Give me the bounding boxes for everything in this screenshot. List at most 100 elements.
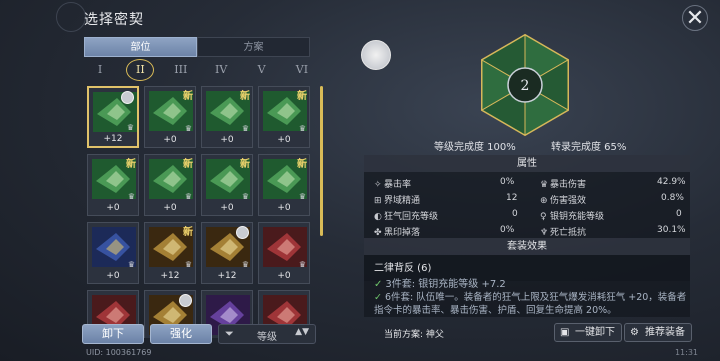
character-avatar[interactable] [361, 40, 391, 70]
slot-mark-icon: ♛ [184, 260, 193, 269]
attr-seal-drop: ✤ 黑印掉落 0% [374, 225, 515, 238]
card-grid: ♛ +12 新 ♛ +0 新 ♛ +0 新 ♛ +0 新 ♛ +0 新 ♛ +0 新 ♛ +0 新 ♛ +0 ♛ +0 新 ♛ +12… [86, 84, 316, 338]
equipment-card[interactable]: 新 ♛ +0 [258, 154, 310, 216]
card-level: +0 [277, 271, 291, 281]
card-level: +12 [103, 134, 123, 144]
equipment-card[interactable]: 新 ♛ +0 [144, 154, 196, 216]
close-icon: ✕ [685, 6, 705, 31]
check-icon: ✓ [374, 279, 383, 290]
card-level: +0 [163, 135, 177, 145]
card-level: +0 [220, 203, 234, 213]
tab-plan[interactable]: 方案 [197, 37, 310, 57]
new-badge: 新 [240, 91, 250, 102]
tab-bar: 部位 方案 [84, 37, 310, 57]
close-button[interactable]: ✕ [682, 5, 708, 31]
attr-dmg-boost: ⊕ 伤害强效 0.8% [540, 193, 684, 206]
set-bonus-6: ✓ 6件套: 队伍唯一。装备者的狂气上限及狂气爆发消耗狂气 +20，装备者指令卡的… [374, 292, 687, 316]
slot-tab-1[interactable]: I [86, 63, 114, 81]
scrollbar[interactable] [320, 86, 323, 236]
filter-label: 等级 [257, 332, 277, 343]
transfer-completion: 转录完成度 65% [551, 142, 627, 153]
equipment-card[interactable]: 新 ♛ +0 [258, 86, 310, 148]
slot-mark-icon: ♛ [241, 260, 250, 269]
uid-text: UID: 100361769 [86, 348, 152, 357]
slot-mark-icon: ♛ [126, 123, 135, 132]
card-level: +12 [160, 271, 180, 281]
death-resist-icon: ♆ [540, 228, 549, 238]
madness-icon: ◐ [374, 212, 382, 222]
unequip-button[interactable]: 卸下 [82, 324, 144, 344]
filter-icon: ⏷ [225, 327, 234, 340]
pact-emblem: 2 [472, 32, 578, 138]
owner-avatar-icon [121, 91, 134, 104]
card-level: +0 [163, 203, 177, 213]
attr-crit-dmg: ♛ 暴击伤害 42.9% [540, 177, 686, 190]
owner-avatar-icon [179, 294, 192, 307]
tab-slot[interactable]: 部位 [84, 37, 197, 57]
slot-mark-icon: ♛ [241, 192, 250, 201]
mastery-icon: ⊞ [374, 196, 382, 206]
equipment-card[interactable]: ♛ +0 [258, 222, 310, 284]
slot-tab-3[interactable]: III [167, 63, 195, 81]
new-badge: 新 [183, 91, 193, 102]
clock-text: 11:31 [674, 348, 698, 357]
slot-mark-icon: ♛ [184, 192, 193, 201]
slot-tab-4[interactable]: IV [207, 63, 235, 81]
set-effect-header: 套装效果 [364, 238, 690, 255]
check-icon: ✓ [374, 292, 382, 303]
attr-madness-recharge: ◐ 狂气回充等级 0 [374, 209, 518, 222]
new-badge: 新 [297, 159, 307, 170]
slot-mark-icon: ♛ [184, 124, 193, 133]
crit-dmg-icon: ♛ [540, 180, 549, 190]
slot-mark-icon: ♛ [298, 124, 307, 133]
key-icon: ♀ [540, 212, 547, 222]
new-badge: 新 [240, 159, 250, 170]
recommend-icon: ⚙ [630, 327, 639, 338]
svg-text:2: 2 [521, 78, 530, 94]
equipment-card[interactable]: ♛ +12 [87, 86, 139, 148]
equipment-card[interactable]: ♛ +0 [87, 222, 139, 284]
equipment-card[interactable]: 新 ♛ +0 [144, 86, 196, 148]
attr-crit-rate: ✧ 暴击率 0% [374, 177, 515, 190]
equipment-card[interactable]: 新 ♛ +0 [87, 154, 139, 216]
dmg-boost-icon: ⊕ [540, 196, 548, 206]
new-badge: 新 [297, 91, 307, 102]
card-level: +0 [106, 203, 120, 213]
unequip-all-button[interactable]: ▣ 一键卸下 [554, 323, 622, 342]
equipment-card[interactable]: 新 ♛ +12 [144, 222, 196, 284]
equipment-card[interactable]: 新 ♛ +0 [201, 86, 253, 148]
unequip-all-icon: ▣ [560, 327, 570, 338]
sort-icon[interactable]: ▲▼ [295, 327, 309, 337]
slot-tab-5[interactable]: V [248, 63, 276, 81]
hexagon-emblem-icon: 2 [481, 33, 569, 137]
page-title: 选择密契 [84, 12, 144, 28]
equipment-card[interactable]: 新 ♛ +0 [201, 154, 253, 216]
crit-rate-icon: ✧ [374, 180, 382, 190]
ornament-icon [56, 2, 86, 32]
slot-selector: I II III IV V VI [86, 59, 316, 81]
card-level: +0 [277, 135, 291, 145]
set-bonus-2: ✓ 3件套: 银钥充能等级 +7.2 [374, 279, 506, 290]
new-badge: 新 [183, 159, 193, 170]
set-name: 二律背反 (6) [374, 263, 432, 274]
recommend-button[interactable]: ⚙ 推荐装备 [624, 323, 692, 342]
slot-mark-icon: ♛ [241, 124, 250, 133]
level-filter[interactable]: ⏷ 等级 ▲▼ [218, 324, 316, 344]
card-level: +0 [220, 135, 234, 145]
new-badge: 新 [183, 227, 193, 238]
slot-mark-icon: ♛ [127, 192, 136, 201]
attr-death-resist: ♆ 死亡抵抗 30.1% [540, 225, 686, 238]
slot-mark-icon: ♛ [298, 192, 307, 201]
slot-mark-icon: ♛ [298, 260, 307, 269]
owner-avatar-icon [236, 226, 249, 239]
attr-key-recharge: ♀ 银钥充能等级 0 [540, 209, 682, 222]
level-completion: 等级完成度 100% [434, 142, 516, 153]
new-badge: 新 [126, 159, 136, 170]
enhance-button[interactable]: 强化 [150, 324, 212, 344]
attributes-header: 属性 [364, 155, 690, 172]
slot-tab-2[interactable]: II [126, 59, 155, 81]
equipment-card[interactable]: ♛ +12 [201, 222, 253, 284]
slot-tab-6[interactable]: VI [288, 63, 316, 81]
current-plan: 当前方案: 神父 [384, 330, 444, 340]
card-level: +0 [277, 203, 291, 213]
